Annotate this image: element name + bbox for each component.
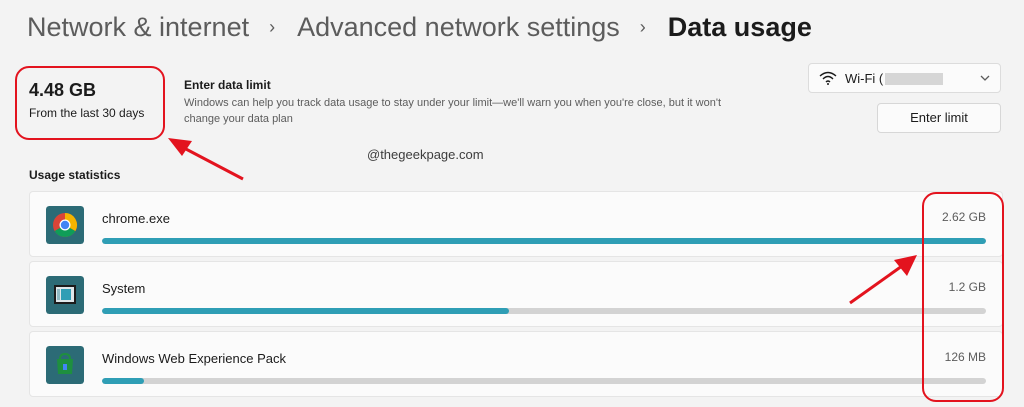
annotation-arrowhead xyxy=(894,255,917,276)
annotation-arrow xyxy=(183,146,244,181)
annotation-arrows xyxy=(168,138,917,305)
annotation-arrowhead xyxy=(168,138,192,156)
annotation-arrow xyxy=(849,264,903,305)
